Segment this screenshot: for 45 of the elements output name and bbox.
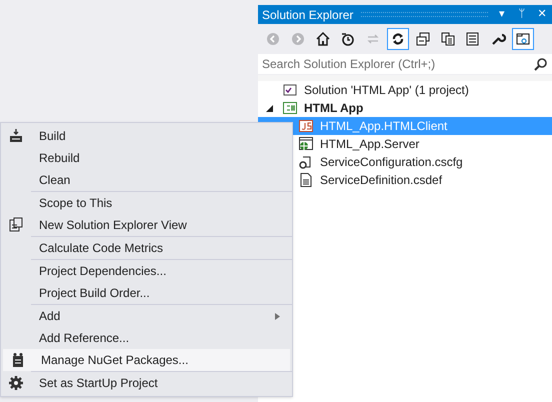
forward-icon — [290, 31, 306, 47]
expanded-triangle-icon[interactable] — [266, 104, 273, 112]
windows-icon — [415, 31, 431, 47]
back-icon — [265, 31, 281, 47]
tree-item-label: ServiceConfiguration.cscfg — [320, 154, 463, 171]
window-icon — [465, 31, 481, 47]
web-project-icon — [298, 136, 314, 152]
wrench-icon — [490, 31, 506, 47]
toolbar-button[interactable] — [387, 28, 409, 50]
menu-item[interactable]: Manage NuGet Packages... — [3, 349, 290, 371]
menu-item[interactable]: Calculate Code Metrics — [1, 237, 292, 259]
tree-item-label: HTML_App.Server — [320, 136, 420, 153]
title-bar-button[interactable]: ᛘ — [516, 9, 528, 20]
search-icon — [534, 57, 548, 71]
panel-title: Solution Explorer — [262, 6, 354, 24]
home-icon — [315, 31, 331, 47]
tree-item[interactable]: Solution 'HTML App' (1 project) — [258, 81, 552, 99]
js-file-icon — [298, 118, 314, 134]
solution-icon — [282, 82, 298, 98]
tree-item[interactable]: HTML App — [258, 99, 552, 117]
csharp-project-icon — [282, 100, 298, 116]
title-bar-button[interactable]: ✕ — [536, 9, 548, 20]
preview-icon — [515, 31, 531, 47]
tree-item-label: HTML App — [304, 100, 364, 117]
menu-item[interactable]: Scope to This — [1, 192, 292, 214]
menu-item[interactable]: Project Dependencies... — [1, 260, 292, 282]
document-icon — [298, 172, 314, 188]
tree-item-label: Solution 'HTML App' (1 project) — [304, 82, 469, 99]
title-bar-button[interactable]: ▾ — [496, 9, 508, 20]
build-icon — [8, 128, 24, 144]
search-field[interactable]: Search Solution Explorer (Ctrl+;) — [262, 55, 534, 73]
menu-item[interactable]: Add — [1, 305, 292, 327]
menu-item[interactable]: Add Reference... — [1, 327, 292, 349]
tree-item-label: HTML_App.HTMLClient — [320, 118, 448, 135]
menu-item[interactable]: New Solution Explorer View — [1, 214, 292, 236]
clock-icon — [340, 31, 356, 47]
menu-item[interactable]: Set as StartUp Project — [1, 372, 292, 394]
documents-icon — [440, 31, 456, 47]
gear-icon — [8, 375, 24, 391]
package-icon — [10, 352, 26, 368]
window-icon — [8, 217, 24, 233]
sync-icon — [390, 31, 406, 47]
tree-item-label: ServiceDefinition.csdef — [320, 172, 442, 189]
toolbar-button[interactable] — [512, 28, 534, 50]
menu-item[interactable]: Project Build Order... — [1, 282, 292, 304]
